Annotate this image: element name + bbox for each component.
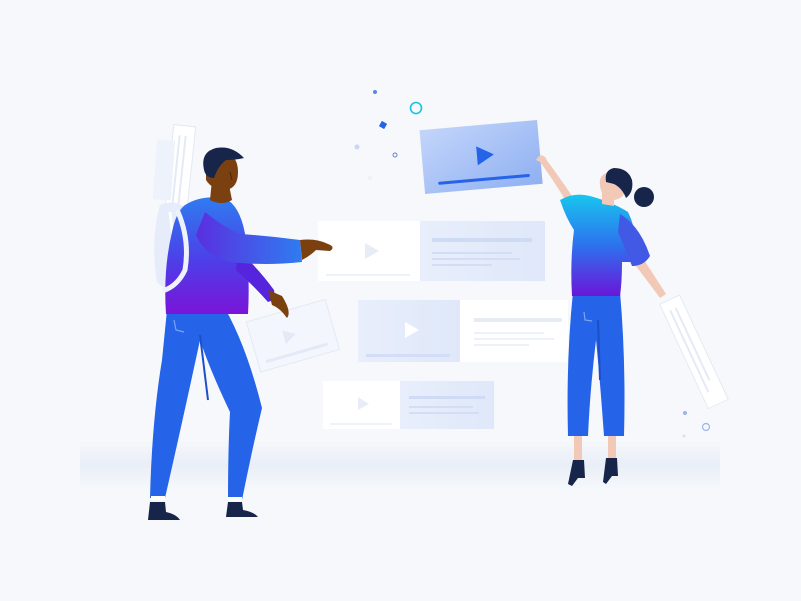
video-card-row-2 xyxy=(358,300,568,362)
woman-legs xyxy=(567,292,625,436)
man-right-shoe xyxy=(226,502,258,517)
text-line xyxy=(432,258,520,260)
text-line xyxy=(474,318,562,322)
illustration-scene xyxy=(0,0,801,601)
confetti-dot xyxy=(354,144,360,150)
confetti-dot xyxy=(682,434,686,438)
confetti-ring-icon xyxy=(409,101,423,115)
text-line xyxy=(432,252,512,254)
progress-bar xyxy=(366,354,450,357)
video-info-panel xyxy=(400,381,494,429)
held-video-card xyxy=(419,119,543,195)
text-line xyxy=(409,406,473,408)
text-line xyxy=(474,338,554,340)
woman-hair-bun xyxy=(634,187,654,207)
confetti-dot xyxy=(373,90,377,94)
illustration-canvas xyxy=(80,90,729,520)
progress-bar xyxy=(326,274,410,276)
text-line xyxy=(474,332,544,334)
text-line xyxy=(409,396,485,399)
tilted-video-card xyxy=(245,298,341,373)
video-info-panel xyxy=(420,221,545,281)
text-line xyxy=(432,238,532,242)
confetti-dot xyxy=(683,411,687,415)
confetti-ring-icon xyxy=(701,422,711,432)
confetti-ring-icon xyxy=(392,152,398,158)
video-card-row-1 xyxy=(318,221,545,281)
video-card-row-3 xyxy=(323,381,494,429)
progress-bar xyxy=(330,423,392,425)
text-line xyxy=(409,412,479,414)
text-line xyxy=(432,264,492,266)
video-info-panel xyxy=(460,300,568,362)
confetti-diamond-icon xyxy=(378,120,388,130)
man-left-shoe xyxy=(148,502,180,520)
text-line xyxy=(474,344,529,346)
floating-panel-right xyxy=(659,294,729,410)
confetti-dot xyxy=(367,175,373,181)
